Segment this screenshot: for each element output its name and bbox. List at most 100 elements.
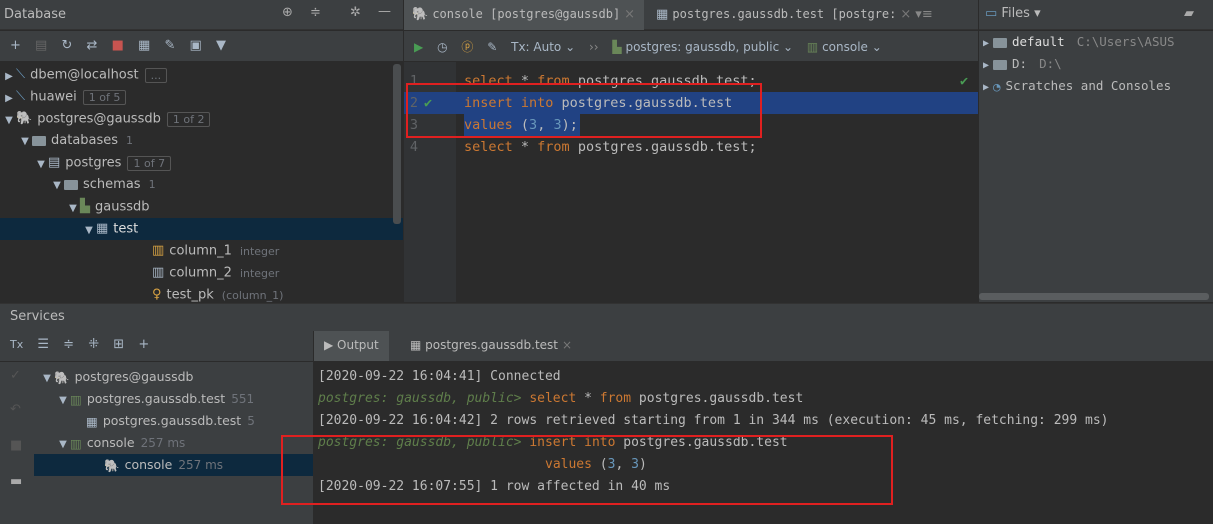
new-tab-icon[interactable]: ⊞ bbox=[113, 337, 124, 352]
table-icon: ▦ bbox=[410, 338, 426, 352]
console-selector[interactable]: ▥ console ⌄ bbox=[807, 40, 882, 54]
editor-toolbar: ▶ ◷ ⓟ ✎ Tx: Auto ⌄ ›› ▙ postgres: gaussd… bbox=[404, 31, 978, 61]
postgres-icon: 🐘 bbox=[412, 7, 433, 22]
tree-item-databases[interactable]: ▼ databases 1 bbox=[0, 130, 403, 152]
service-postgres-gaussdb[interactable]: ▼ 🐘 postgres@gaussdb bbox=[34, 366, 313, 388]
collapse-icon[interactable]: ≑ bbox=[63, 337, 74, 352]
column-icon: ▥ bbox=[152, 265, 165, 280]
service-console[interactable]: 🐘 console 257 ms bbox=[34, 454, 313, 476]
services-side-toolbar: ✓ ↶ ■ ▬ bbox=[0, 362, 34, 524]
database-panel-title: Database bbox=[4, 7, 67, 22]
code-line-3: 3 values (3, 3); bbox=[404, 114, 978, 136]
tree-item-dbem[interactable]: ▶ ⟍ dbem@localhost... bbox=[0, 64, 403, 86]
database-icon: ▤ bbox=[48, 155, 61, 170]
table-icon[interactable]: ▦ bbox=[138, 38, 150, 53]
expand-icon[interactable]: ☰ bbox=[37, 337, 49, 352]
service-table-result[interactable]: ▦ postgres.gaussdb.test 5 bbox=[34, 410, 313, 432]
code-editor[interactable]: 1 select * from postgres.gaussdb.test; ✔ 2… bbox=[404, 62, 978, 302]
edit-icon[interactable]: ✎ bbox=[164, 38, 175, 53]
schema-icon: ▙ bbox=[80, 199, 90, 214]
output-line: postgres: gaussdb, public> insert into p… bbox=[318, 435, 788, 450]
files-item-default[interactable]: ▶ default C:\Users\ASUS bbox=[979, 31, 1213, 53]
files-panel-header: ▭ Files ▾ ▰ bbox=[979, 0, 1213, 30]
postgres-icon: 🐘 bbox=[16, 111, 33, 126]
files-item-scratches[interactable]: ▶ ◔ Scratches and Consoles bbox=[979, 75, 1213, 97]
refresh-icon[interactable]: ↻ bbox=[61, 38, 72, 53]
output-line: values (3, 3) bbox=[545, 457, 647, 472]
database-panel-header: Database ⊕ ≑ ✲ — bbox=[0, 0, 403, 30]
copy-icon[interactable]: ▤ bbox=[35, 38, 47, 53]
gear-icon[interactable]: ✲ bbox=[350, 5, 361, 20]
close-icon[interactable]: × bbox=[624, 7, 635, 22]
tree-item-schemas[interactable]: ▼ schemas 1 bbox=[0, 174, 403, 196]
tab-list-icon[interactable]: ▾≡ bbox=[915, 7, 932, 22]
minimize-icon[interactable]: — bbox=[378, 4, 391, 19]
tab-console[interactable]: 🐘 console [postgres@gaussdb] × bbox=[404, 0, 644, 30]
tab-output[interactable]: ▶ Output bbox=[314, 331, 389, 361]
service-table-session[interactable]: ▼ ▥ postgres.gaussdb.test 551 bbox=[34, 388, 313, 410]
files-item-d[interactable]: ▶ D: D:\ bbox=[979, 53, 1213, 75]
add-icon[interactable]: + bbox=[10, 38, 21, 53]
tree-item-column-2[interactable]: ▥ column_2 integer bbox=[0, 262, 403, 284]
tree-item-postgres-db[interactable]: ▼ ▤ postgres 1 of 7 bbox=[0, 152, 403, 174]
scratches-icon: ◔ bbox=[993, 78, 1001, 94]
files-scrollbar[interactable] bbox=[979, 293, 1209, 300]
database-tree: ▶ ⟍ dbem@localhost... ▶ ⟍ huawei 1 of 5 ▼ 🐘 pos… bbox=[0, 62, 403, 303]
table-icon: ▦ bbox=[96, 221, 109, 236]
tx-icon[interactable]: Tx bbox=[10, 338, 23, 351]
files-tree: ▶ default C:\Users\ASUS ▶ D: D:\ ▶ ◔ Scratches… bbox=[979, 31, 1213, 302]
services-tree: ▼ 🐘 postgres@gaussdb ▼ ▥ postgres.gaussdb.te… bbox=[34, 362, 313, 524]
output-line: [2020-09-22 16:04:41] Connected bbox=[318, 369, 561, 384]
collapse-icon[interactable]: ≑ bbox=[310, 5, 321, 20]
folder-open-icon[interactable]: ▰ bbox=[1184, 6, 1194, 21]
code-line-2: 2 ✔ insert into postgres.gaussdb.test bbox=[404, 92, 978, 114]
check-icon: ✔ bbox=[960, 73, 969, 89]
check-icon: ✔ bbox=[424, 95, 433, 111]
tree-scrollbar[interactable] bbox=[393, 64, 401, 224]
rollback-icon[interactable]: ↶ bbox=[10, 402, 21, 417]
sync-icon[interactable]: ⇄ bbox=[87, 38, 98, 53]
database-toolbar: + ▤ ↻ ⇄ ■ ▦ ✎ ▣ ▼ bbox=[0, 31, 403, 61]
service-console-session[interactable]: ▼ ▥ console 257 ms bbox=[34, 432, 313, 454]
stop-icon[interactable]: ■ bbox=[112, 38, 124, 53]
console-icon: ▶ bbox=[324, 338, 338, 352]
output-line: [2020-09-22 16:07:55] 1 row affected in … bbox=[318, 479, 671, 494]
close-icon[interactable]: × bbox=[900, 7, 911, 22]
p-icon[interactable]: ⓟ bbox=[461, 38, 473, 55]
tree-item-test[interactable]: ▼ ▦ test bbox=[0, 218, 403, 240]
wrench-icon[interactable]: ✎ bbox=[487, 40, 497, 54]
output-line: [2020-09-22 16:04:42] 2 rows retrieved s… bbox=[318, 413, 1109, 428]
tree-item-huawei[interactable]: ▶ ⟍ huawei 1 of 5 bbox=[0, 86, 403, 108]
run-icon[interactable]: ▶ bbox=[414, 40, 423, 54]
files-dropdown[interactable]: ▭ Files ▾ bbox=[985, 6, 1041, 21]
crosshair-icon[interactable]: ⊕ bbox=[282, 5, 293, 20]
tree-item-column-1[interactable]: ▥ column_1 integer bbox=[0, 240, 403, 262]
services-header: Services bbox=[0, 303, 1213, 331]
commit-icon[interactable]: ✓ bbox=[10, 368, 21, 383]
output-tab-bar: ▶ Output ▦ postgres.gaussdb.test × bbox=[314, 331, 1213, 361]
tab-table[interactable]: ▦ postgres.gaussdb.test [postgre: × ▾≡ bbox=[648, 0, 978, 30]
close-icon[interactable]: × bbox=[562, 338, 572, 352]
history-icon[interactable]: ◷ bbox=[437, 40, 447, 54]
output-console[interactable]: [2020-09-22 16:04:41] Connected postgres… bbox=[314, 362, 1213, 524]
group-icon[interactable]: ⁜ bbox=[88, 337, 99, 352]
folder-icon bbox=[32, 135, 46, 146]
folder-icon bbox=[64, 179, 78, 190]
layout-icon[interactable]: ▬ bbox=[10, 474, 22, 489]
ql-icon[interactable]: ▣ bbox=[190, 38, 202, 53]
tree-item-gaussdb[interactable]: ▼ ▙ gaussdb bbox=[0, 196, 403, 218]
output-line: postgres: gaussdb, public> select * from… bbox=[318, 391, 804, 406]
schema-selector[interactable]: ▙ postgres: gaussdb, public ⌄ bbox=[612, 40, 793, 54]
editor-tab-bar: 🐘 console [postgres@gaussdb] × ▦ postgres… bbox=[404, 0, 978, 30]
tree-item-postgres-gaussdb[interactable]: ▼ 🐘 postgres@gaussdb 1 of 2 bbox=[0, 108, 403, 130]
tx-mode[interactable]: Tx: Auto ⌄ bbox=[511, 40, 575, 54]
tab-result-table[interactable]: ▦ postgres.gaussdb.test × bbox=[402, 331, 580, 361]
more-icon[interactable]: ›› bbox=[589, 40, 599, 54]
column-key-icon: ▥ bbox=[152, 243, 165, 258]
add-icon[interactable]: + bbox=[138, 337, 149, 352]
code-line-1: 1 select * from postgres.gaussdb.test; ✔ bbox=[404, 70, 978, 92]
code-line-4: 4 select * from postgres.gaussdb.test; bbox=[409, 139, 757, 155]
stop-icon[interactable]: ■ bbox=[10, 438, 22, 453]
filter-icon[interactable]: ▼ bbox=[216, 38, 226, 53]
table-icon: ▦ bbox=[656, 7, 673, 22]
